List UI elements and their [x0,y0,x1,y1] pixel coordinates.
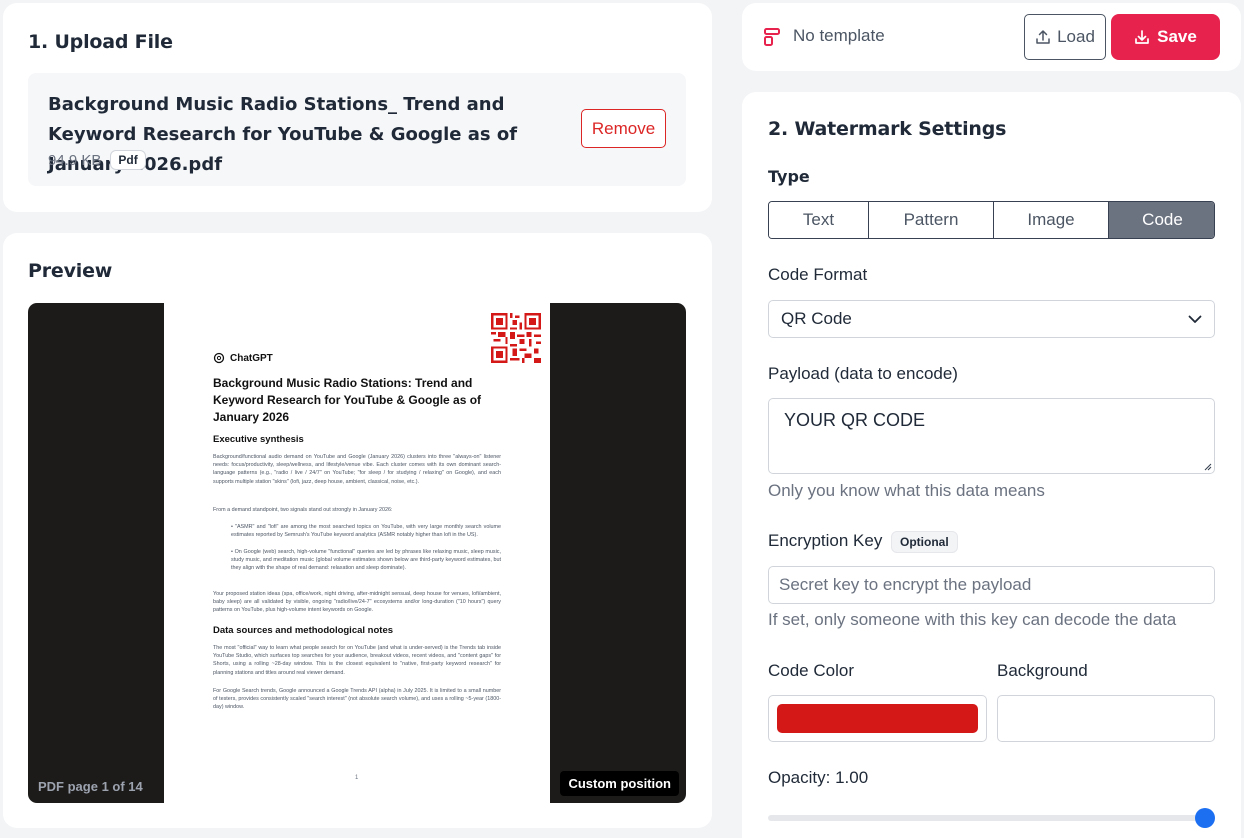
encryption-help-text: If set, only someone with this key can d… [768,610,1177,629]
pdf-preview-viewer[interactable]: ChatGPT Background Music Radio Stations:… [28,303,686,803]
save-label: Save [1157,27,1197,46]
upload-section-title: 1. Upload File [28,31,173,53]
code-format-select[interactable]: QR Code [768,300,1215,338]
encryption-key-label: Encryption Key [768,531,883,550]
code-format-value: QR Code [781,309,852,328]
payload-textarea[interactable]: YOUR QR CODE [768,398,1215,474]
optional-badge: Optional [891,531,958,553]
uploaded-file-item: Background Music Radio Stations_ Trend a… [28,73,686,186]
opacity-slider-track[interactable] [768,815,1206,821]
type-option-code[interactable]: Code [1109,202,1214,238]
opacity-slider-thumb[interactable] [1195,808,1215,828]
payload-help-text: Only you know what this data means [768,481,1045,500]
pdf-paragraph: Background/functional audio demand on Yo… [213,454,501,485]
background-color-label: Background [997,661,1088,680]
pdf-page-indicator: PDF page 1 of 14 [38,779,143,794]
encryption-key-input[interactable] [768,566,1215,604]
download-icon [1135,30,1149,44]
background-color-swatch [1006,704,1206,733]
watermark-settings-card: 2. Watermark Settings Type Text Pattern … [742,92,1241,838]
watermark-type-selector: Text Pattern Image Code [768,201,1215,239]
upload-icon [1036,30,1050,44]
template-icon [764,28,780,46]
pdf-paragraph: For Google Search trends, Google announc… [213,688,501,711]
load-label: Load [1057,27,1095,46]
file-size: 94.9 KB [48,151,102,169]
chatgpt-logo-icon [213,352,225,364]
opacity-label: Opacity: 1.00 [768,768,869,787]
pdf-paragraph: From a demand standpoint, two signals st… [213,507,393,513]
pdf-title: Background Music Radio Stations: Trend a… [213,376,482,424]
background-color-picker[interactable] [997,695,1215,742]
code-color-label: Code Color [768,661,854,680]
preview-section-title: Preview [28,260,113,282]
pdf-logo-text: ChatGPT [230,352,273,364]
preview-card: Preview ChatGPT Background Music Radio S… [3,233,712,828]
settings-section-title: 2. Watermark Settings [768,118,1007,140]
template-name: No template [793,26,885,45]
type-option-pattern[interactable]: Pattern [869,202,994,238]
save-template-button[interactable]: Save [1111,14,1220,60]
resize-handle-icon[interactable] [1203,462,1212,471]
pdf-bullet: • "ASMR" and "lofi" are among the most s… [231,524,501,539]
code-color-swatch [777,704,978,733]
file-type-badge: Pdf [110,150,146,170]
pdf-page: ChatGPT Background Music Radio Stations:… [164,303,550,803]
pdf-page-number: 1 [355,775,359,781]
qr-code-watermark[interactable] [491,313,541,363]
remove-file-button[interactable]: Remove [581,109,666,148]
custom-position-badge: Custom position [560,771,679,796]
type-option-image[interactable]: Image [994,202,1109,238]
pdf-paragraph: The most "official" way to learn what pe… [213,645,501,676]
template-bar: No template Load Save [742,3,1241,71]
file-meta: 94.9 KB Pdf [48,150,146,170]
payload-value: YOUR QR CODE [784,410,926,430]
pdf-heading-executive: Executive synthesis [213,434,304,445]
type-label: Type [768,167,810,186]
payload-label: Payload (data to encode) [768,364,958,383]
pdf-paragraph: Your proposed station ideas (spa, office… [213,591,501,614]
upload-file-card: 1. Upload File Background Music Radio St… [3,3,712,212]
chevron-down-icon [1188,315,1202,323]
code-color-picker[interactable] [768,695,987,742]
pdf-logo: ChatGPT [213,352,273,364]
pdf-heading-data-sources: Data sources and methodological notes [213,625,394,636]
type-option-text[interactable]: Text [769,202,869,238]
code-format-label: Code Format [768,265,868,284]
pdf-bullet: • On Google (web) search, high-volume "f… [231,549,501,572]
load-template-button[interactable]: Load [1024,14,1106,60]
